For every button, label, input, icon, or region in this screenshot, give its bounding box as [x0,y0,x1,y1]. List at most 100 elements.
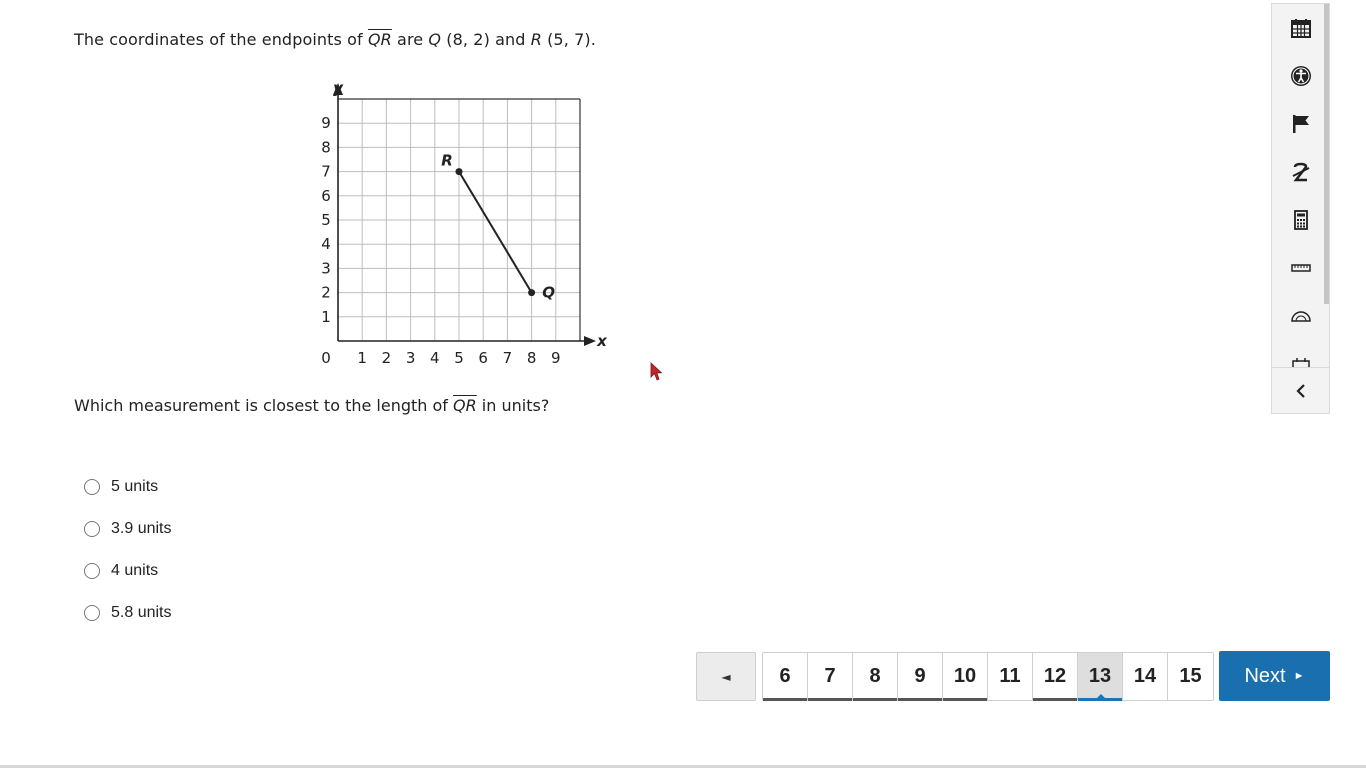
point-r-label: R [530,30,542,49]
page-number: 12 [1043,665,1067,687]
protractor-icon [1290,311,1311,322]
point-label-q: Q [542,284,555,302]
page-number: 6 [779,665,791,687]
choice-c[interactable]: 4 units [84,550,171,592]
calendar-tool-button[interactable] [1272,4,1329,52]
page-13-button[interactable]: 13 [1078,653,1123,701]
tool-list [1272,4,1329,367]
x-tick-label: 5 [454,349,464,367]
y-tick-label: 1 [321,308,331,326]
prompt-segment-label: QR [453,396,477,415]
page-number: 14 [1133,665,1157,687]
prompt-prefix: Which measurement is closest to the leng… [74,396,453,415]
line-reader-icon [1291,358,1310,367]
flag-icon [1292,115,1309,133]
point-q-label: Q [428,30,442,49]
page-number: 7 [824,665,836,687]
y-axis-label: y [333,79,344,97]
x-tick-label: 1 [357,349,367,367]
choice-a[interactable]: 5 units [84,466,171,508]
point-r-coords: (5, 7). [541,30,596,49]
y-tick-label: 6 [321,187,331,205]
accessibility-tool-button[interactable] [1272,52,1329,100]
x-tick-label: 6 [478,349,488,367]
question-prefix: The coordinates of the endpoints of [74,30,368,49]
choice-b[interactable]: 3.9 units [84,508,171,550]
x-axis-label: x [596,332,608,350]
page-number: 10 [953,665,977,687]
segment-qr-label: QR [367,30,392,49]
calculator-tool-button[interactable] [1272,196,1329,244]
page-9-button[interactable]: 9 [898,653,943,701]
radio-button[interactable] [84,605,100,621]
strikethrough-tool-button[interactable] [1272,148,1329,196]
page-10-button[interactable]: 10 [943,653,988,701]
page-7-button[interactable]: 7 [808,653,853,701]
radio-button[interactable] [84,479,100,495]
segment-qr [458,171,533,294]
protractor-tool-button[interactable] [1272,292,1329,340]
radio-button[interactable] [84,563,100,579]
page-number: 9 [914,665,926,687]
ruler-tool-button[interactable] [1272,244,1329,292]
flag-tool-button[interactable] [1272,100,1329,148]
radio-button[interactable] [84,521,100,537]
prompt-suffix: in units? [476,396,550,415]
mouse-pointer-icon [650,362,663,381]
question-mid: are [391,30,429,49]
choice-label: 4 units [111,562,159,579]
arrow-left-icon: ◄ [721,669,731,684]
point-r [455,168,463,176]
strikethrough-icon [1292,162,1309,182]
page-number: 11 [999,665,1021,687]
y-tick-label: 5 [321,211,331,229]
y-tick-label: 2 [321,284,331,302]
point-q [528,289,536,297]
accessibility-icon [1290,66,1311,86]
y-tick-label: 8 [321,138,331,156]
x-tick-label: 8 [527,349,537,367]
x-tick-label: 7 [503,349,513,367]
choice-label: 5.8 units [111,604,172,621]
arrow-right-icon: ► [1293,670,1305,682]
ruler-icon [1290,264,1311,272]
next-button[interactable]: Next ► [1219,651,1330,701]
page-number: 15 [1179,665,1202,687]
question-text: The coordinates of the endpoints of QR a… [74,30,596,49]
choice-label: 5 units [111,478,159,495]
answer-choices: 5 units 3.9 units 4 units 5.8 units [84,466,171,634]
x-axis-arrow [584,336,596,346]
coordinate-graph: 1 2 3 4 5 6 7 8 91234567890xy RQ [321,79,608,367]
page-number: 8 [869,665,881,687]
y-tick-label: 7 [321,163,331,181]
collapse-tools-button[interactable] [1272,367,1329,413]
x-tick-label: 9 [551,349,561,367]
tool-rail [1271,3,1330,414]
page-8-button[interactable]: 8 [853,653,898,701]
y-tick-label: 3 [321,259,331,277]
page-11-button[interactable]: 11 [988,653,1033,700]
point-label-r: R [441,152,453,170]
page-12-button[interactable]: 12 [1033,653,1078,701]
line-reader-tool-button[interactable] [1272,340,1329,367]
current-page-caret [1096,694,1106,699]
point-q-coords: (8, 2) and [441,30,531,49]
choice-d[interactable]: 5.8 units [84,592,171,634]
previous-page-button[interactable]: ◄ [696,652,756,701]
chevron-left-icon [1295,383,1305,398]
choice-label: 3.9 units [111,520,172,537]
page-number: 13 [1088,665,1112,687]
x-tick-label: 4 [430,349,440,367]
question-prompt: Which measurement is closest to the leng… [74,396,549,415]
page-navigation: 6 7 8 9 10 11 12 13 14 15 [762,652,1214,701]
next-button-label: Next [1244,664,1286,687]
x-tick-label: 2 [382,349,392,367]
y-tick-label: 9 [321,114,331,132]
y-tick-label: 4 [321,235,331,253]
page-14-button[interactable]: 14 [1123,653,1168,700]
page-15-button[interactable]: 15 [1168,653,1213,700]
origin-label: 0 [321,349,331,367]
x-tick-label: 3 [406,349,416,367]
page-6-button[interactable]: 6 [763,653,808,701]
tool-rail-scrollbar[interactable] [1324,4,1329,304]
